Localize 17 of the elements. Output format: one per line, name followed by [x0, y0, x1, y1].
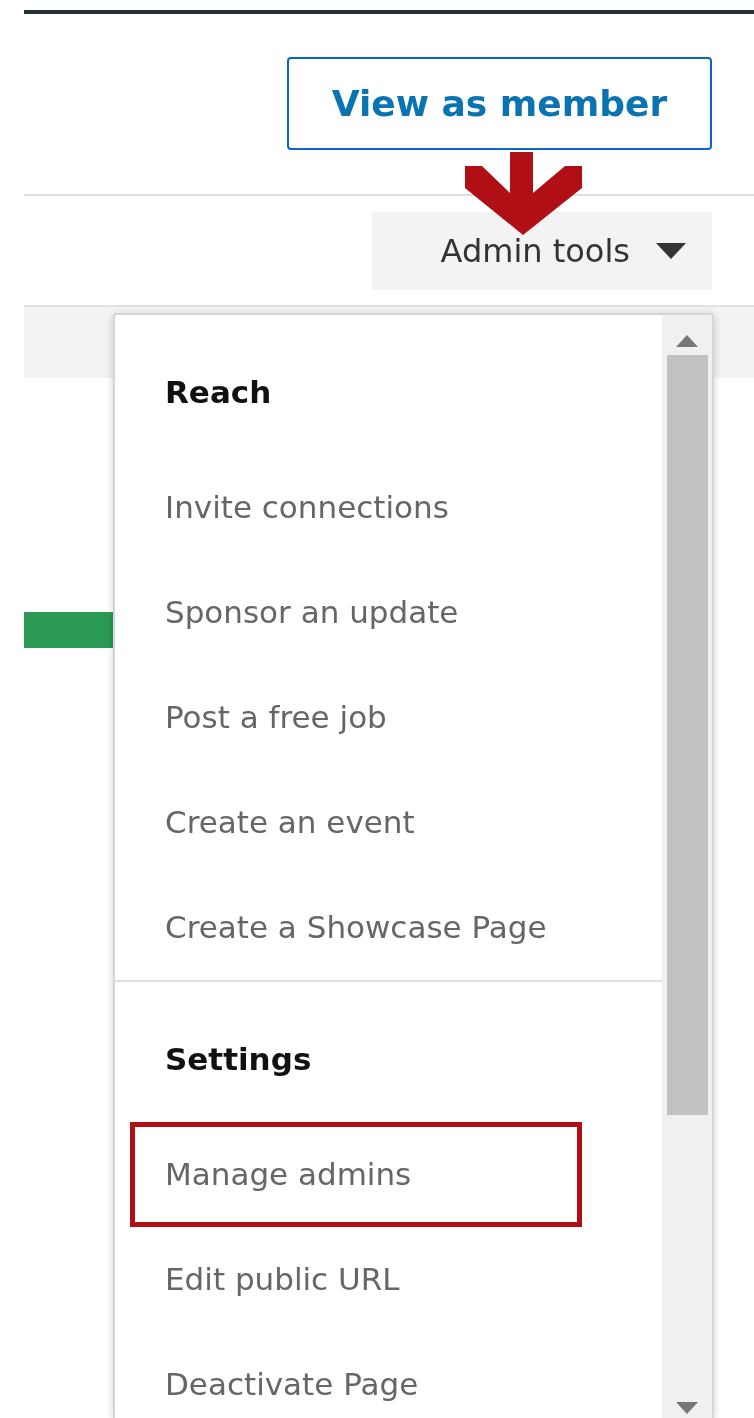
- menu-item[interactable]: Post a free job: [165, 665, 662, 770]
- menu-section-heading: Settings: [165, 1040, 313, 1079]
- caret-icon: [656, 243, 686, 259]
- menu-item[interactable]: Create an event: [165, 770, 662, 875]
- menu-section-heading: Reach: [165, 373, 273, 412]
- menu-item[interactable]: Deactivate Page: [165, 1332, 662, 1418]
- admin-tools-button[interactable]: Admin tools: [372, 212, 712, 290]
- menu-item[interactable]: Invite connections: [165, 455, 662, 560]
- scrollbar-thumb[interactable]: [666, 355, 708, 1115]
- view-as-member-button[interactable]: View as member: [287, 57, 712, 150]
- menu-item[interactable]: Manage admins: [165, 1127, 577, 1222]
- menu-item[interactable]: Sponsor an update: [165, 560, 662, 665]
- menu-item[interactable]: Edit public URL: [165, 1227, 662, 1332]
- scrollbar[interactable]: [662, 315, 712, 1418]
- scroll-up-icon[interactable]: [676, 335, 698, 347]
- scroll-down-icon[interactable]: [676, 1402, 698, 1414]
- menu-item[interactable]: Create a Showcase Page: [165, 875, 662, 980]
